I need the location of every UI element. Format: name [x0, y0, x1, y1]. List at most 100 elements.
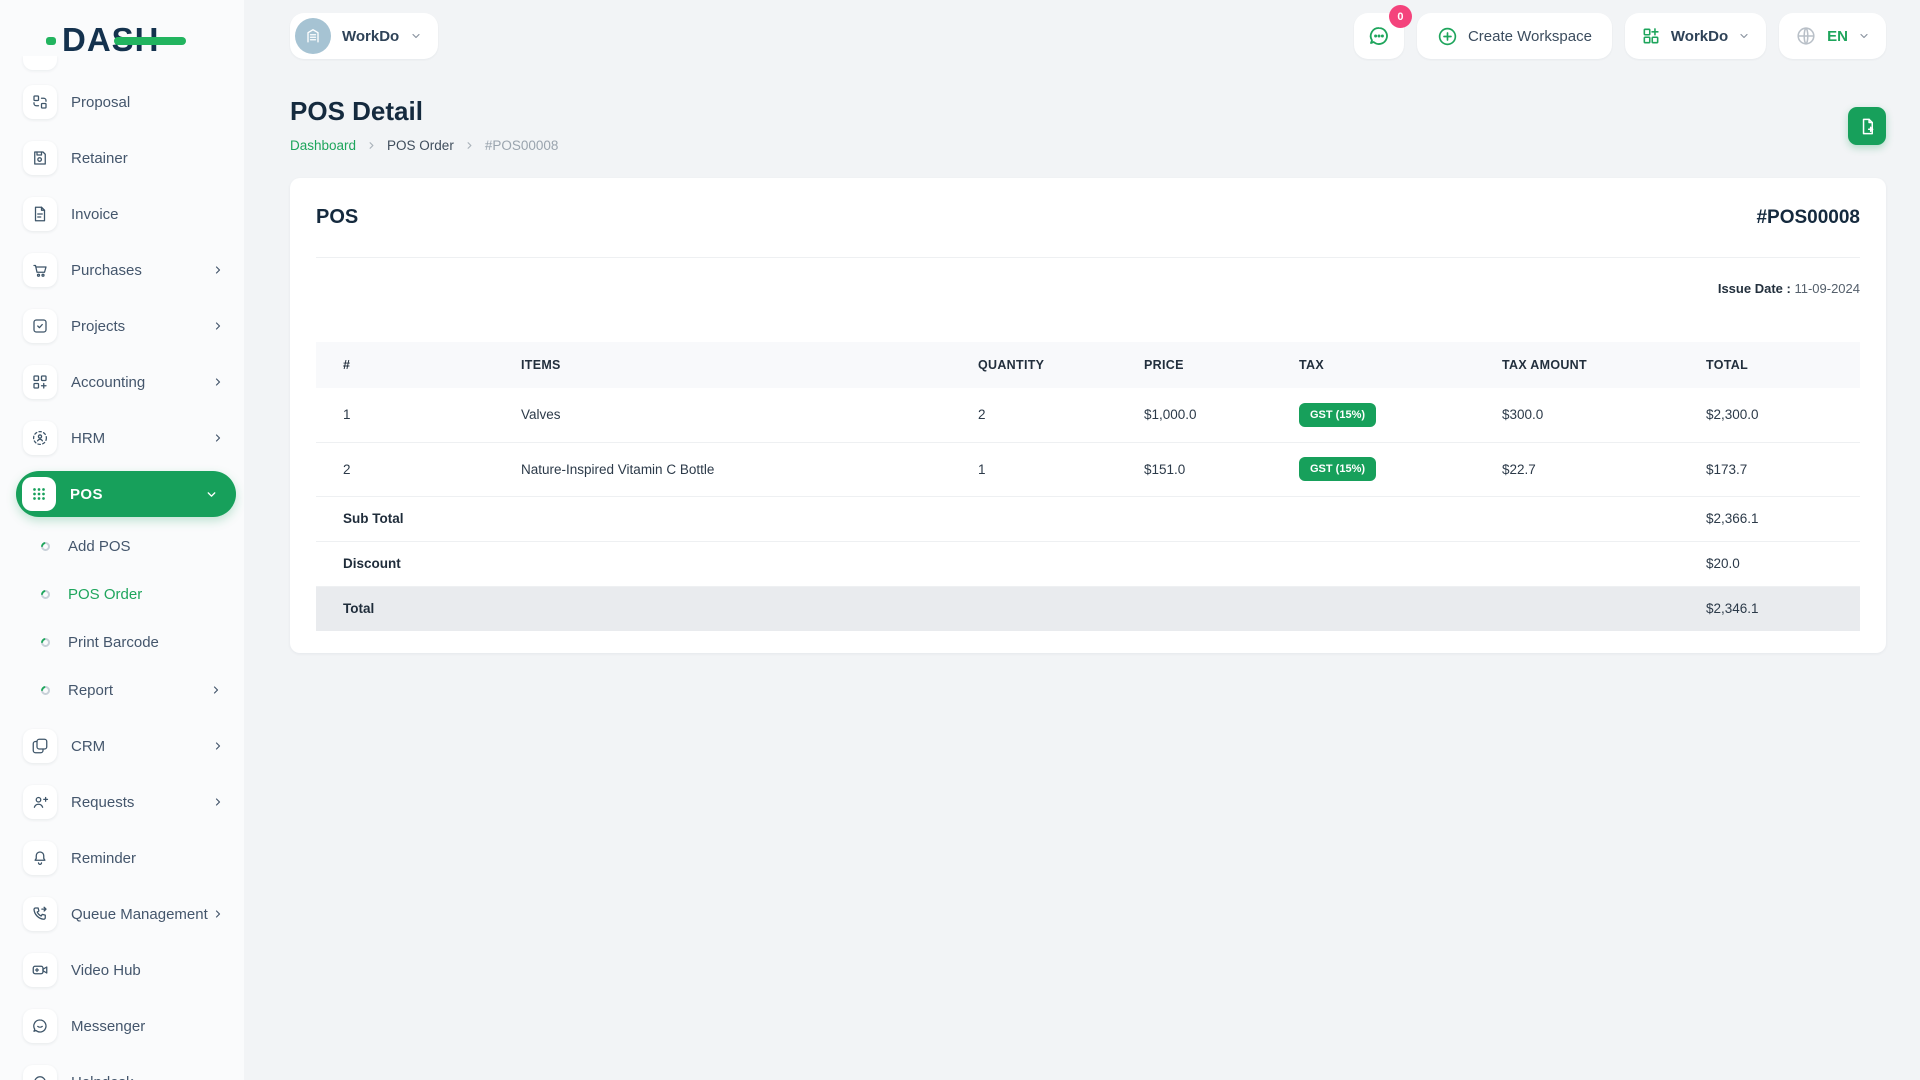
- company-name: WorkDo: [1670, 27, 1729, 45]
- card-header: POS #POS00008: [316, 178, 1860, 258]
- user-plus-icon: [23, 785, 57, 819]
- company-menu[interactable]: WorkDo: [1624, 13, 1767, 59]
- sidebar-item-requests[interactable]: Requests: [0, 774, 244, 830]
- message-bubble-icon: [23, 1009, 57, 1043]
- cell-quantity: 2: [978, 407, 986, 423]
- sidebar-item-invoice[interactable]: Invoice: [0, 186, 244, 242]
- sidebar-item-label: HRM: [71, 429, 106, 447]
- cell-item: Nature-Inspired Vitamin C Bottle: [521, 461, 715, 477]
- grid-plus-icon: [1641, 26, 1661, 46]
- sidebar-item-label: Retainer: [71, 149, 128, 167]
- sidebar-item-crm[interactable]: CRM: [0, 718, 244, 774]
- sidebar-item-helpdesk[interactable]: Helpdesk: [0, 1054, 244, 1080]
- bullet-icon: [39, 635, 52, 649]
- cell-price: $1,000.0: [1144, 407, 1197, 423]
- cell-price: $151.0: [1144, 461, 1186, 477]
- pos-number: #POS00008: [1756, 206, 1860, 228]
- bullet-icon: [39, 683, 52, 697]
- cell-quantity: 1: [978, 461, 986, 477]
- hrm-icon: [23, 421, 57, 455]
- sidebar-item-label: Queue Management: [71, 905, 208, 923]
- retainer-icon: [23, 141, 57, 175]
- sidebar-item-pos[interactable]: POS: [16, 471, 236, 517]
- logo-accent-dot: [46, 37, 56, 45]
- sidebar-subitem-label: Print Barcode: [68, 633, 159, 651]
- chevron-down-icon: [1738, 30, 1750, 42]
- sidebar-item-queue-management[interactable]: Queue Management: [0, 886, 244, 942]
- total-row: Total $2,346.1: [316, 586, 1860, 631]
- sidebar-subitem-label: POS Order: [68, 585, 143, 603]
- sidebar-item-label: Purchases: [71, 261, 142, 279]
- sidebar: DASH Proposal Retainer Invoice Purchases: [0, 0, 244, 1080]
- export-pos-button[interactable]: [1848, 107, 1886, 145]
- bell-icon: [23, 841, 57, 875]
- chevron-right-icon: [212, 740, 224, 752]
- table-header-row: # ITEMS QUANTITY PRICE TAX TAX AMOUNT TO…: [316, 342, 1860, 388]
- chevron-down-icon: [1858, 30, 1870, 42]
- chevron-right-icon: [212, 376, 224, 388]
- purchases-icon: [23, 253, 57, 287]
- sidebar-item-reminder[interactable]: Reminder: [0, 830, 244, 886]
- sidebar-item-messenger[interactable]: Messenger: [0, 998, 244, 1054]
- cell-total: $2,300.0: [1706, 407, 1759, 423]
- sidebar-item-retainer[interactable]: Retainer: [0, 130, 244, 186]
- sidebar-item-label: Messenger: [71, 1017, 146, 1035]
- subtotal-value: $2,366.1: [1706, 511, 1759, 526]
- sidebar-item-label: Video Hub: [71, 961, 141, 979]
- sidebar-item-purchases[interactable]: Purchases: [0, 242, 244, 298]
- tax-badge: GST (15%): [1299, 457, 1377, 481]
- col-header-items: ITEMS: [494, 342, 951, 388]
- chevron-right-icon: [212, 908, 224, 920]
- col-header-price: PRICE: [1117, 342, 1272, 388]
- bullet-icon: [39, 587, 52, 601]
- table-row: 1 Valves 2 $1,000.0 GST (15%) $300.0 $2,…: [316, 388, 1860, 442]
- workspace-switcher[interactable]: WorkDo: [290, 13, 439, 59]
- chevron-right-icon: [464, 140, 475, 151]
- breadcrumb-pos-order-link[interactable]: POS Order: [387, 138, 454, 153]
- breadcrumb-dashboard-link[interactable]: Dashboard: [290, 138, 356, 153]
- app-root: DASH Proposal Retainer Invoice Purchases: [0, 0, 1920, 1080]
- col-header-tax: TAX: [1272, 342, 1475, 388]
- sidebar-subitem-pos-order[interactable]: POS Order: [0, 570, 244, 618]
- sidebar-item-projects[interactable]: Projects: [0, 298, 244, 354]
- total-value: $2,346.1: [1706, 601, 1759, 617]
- sidebar-subitem-print-barcode[interactable]: Print Barcode: [0, 618, 244, 666]
- sidebar-subitem-label: Add POS: [68, 537, 131, 555]
- chevron-right-icon: [212, 264, 224, 276]
- sidebar-item-accounting[interactable]: Accounting: [0, 354, 244, 410]
- create-workspace-button[interactable]: Create Workspace: [1416, 13, 1612, 59]
- sidebar-subitem-report[interactable]: Report: [0, 666, 244, 714]
- brand-logo[interactable]: DASH: [46, 20, 186, 60]
- crm-icon: [23, 729, 57, 763]
- col-header-tax-amount: TAX AMOUNT: [1475, 342, 1679, 388]
- cell-tax-amount: $22.7: [1502, 461, 1536, 477]
- chat-badge: 0: [1388, 5, 1412, 28]
- sidebar-item-label: Proposal: [71, 93, 131, 111]
- language-label: EN: [1827, 27, 1848, 45]
- logo-accent-bar: [113, 37, 186, 45]
- cell-no: 2: [343, 461, 351, 477]
- plus-circle-icon: [1437, 26, 1458, 47]
- sidebar-item-label: CRM: [71, 737, 106, 755]
- chat-button[interactable]: 0: [1353, 5, 1412, 59]
- subtotal-label: Sub Total: [343, 511, 404, 526]
- cell-item: Valves: [521, 407, 561, 423]
- subtotal-row: Sub Total $2,366.1: [316, 496, 1860, 541]
- discount-value: $20.0: [1706, 556, 1740, 571]
- sidebar-item-video-hub[interactable]: Video Hub: [0, 942, 244, 998]
- sidebar-item-proposal[interactable]: Proposal: [0, 74, 244, 130]
- table-row: 2 Nature-Inspired Vitamin C Bottle 1 $15…: [316, 442, 1860, 496]
- language-menu[interactable]: EN: [1779, 13, 1886, 59]
- chevron-down-icon: [205, 488, 218, 501]
- sidebar-item-label: POS: [70, 485, 103, 503]
- sidebar-item-hrm[interactable]: HRM: [0, 410, 244, 466]
- file-plus-icon: [1858, 117, 1877, 136]
- pos-items-table: # ITEMS QUANTITY PRICE TAX TAX AMOUNT TO…: [316, 342, 1860, 631]
- pos-grid-icon: [22, 477, 56, 511]
- pos-detail-card: POS #POS00008 Issue Date : 11-09-2024 # …: [290, 178, 1886, 653]
- bullet-icon: [39, 539, 52, 553]
- sidebar-subitem-add-pos[interactable]: Add POS: [0, 522, 244, 570]
- col-header-no: #: [316, 342, 494, 388]
- globe-icon: [1795, 25, 1817, 47]
- sidebar-item-label: Accounting: [71, 373, 146, 391]
